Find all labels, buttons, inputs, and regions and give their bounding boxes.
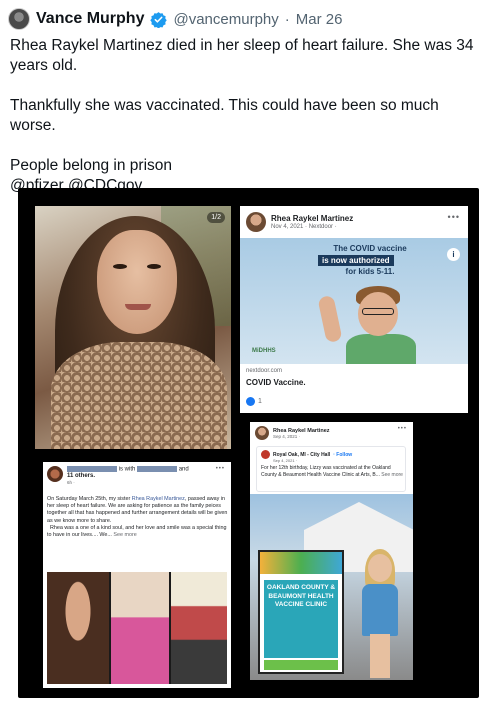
redacted-name — [137, 466, 178, 472]
see-more-link: See more — [381, 471, 403, 478]
post-time: 6h · — [67, 479, 75, 485]
link-url: nextdoor.com — [246, 368, 283, 374]
avatar — [255, 426, 269, 440]
ad-headline: is now authorized — [318, 255, 394, 266]
org-avatar — [261, 450, 270, 459]
avatar — [246, 212, 266, 232]
tweet-line: People belong in prison — [10, 157, 173, 174]
author-name[interactable]: Vance Murphy — [36, 10, 144, 28]
see-more-link: See more — [113, 532, 137, 539]
tweet-text: Rhea Raykel Martinez died in her sleep o… — [10, 36, 480, 196]
and-text: and — [178, 466, 189, 473]
facebook-post-card: is with and 11 others. 6h · ••• On Satur… — [43, 462, 231, 688]
info-icon: i — [447, 248, 460, 261]
poster-name: Rhea Raykel Martinez — [271, 214, 354, 223]
org-name: Royal Oak, MI - City Hall — [273, 451, 331, 458]
photo-counter: 1/2 — [207, 212, 225, 223]
tagged-name-link: Rhea Raykel Martinez — [131, 496, 185, 502]
reaction-count: 1 — [258, 398, 262, 405]
family-photos — [47, 572, 227, 684]
nextdoor-post-card: Rhea Raykel Martinez Nov 4, 2021 · Nextd… — [240, 206, 468, 413]
tweet-header: Vance Murphy @vancemurphy · Mar 26 — [8, 6, 342, 32]
others-count: 11 others. — [67, 472, 96, 479]
verified-badge-icon — [150, 11, 168, 28]
follow-link: · Follow — [333, 451, 353, 458]
org-date: Sep 4, 2021 · — [273, 458, 298, 463]
like-icon — [246, 397, 255, 406]
ad-headline: The COVID vaccine — [333, 244, 407, 253]
author-handle[interactable]: @vancemurphy — [173, 11, 278, 28]
post-meta: Nov 4, 2021 · Nextdoor · — [271, 224, 337, 230]
shared-post: Royal Oak, MI - City Hall · Follow Sep 4… — [256, 446, 406, 492]
post-date: Sep 4, 2021 · — [273, 433, 301, 439]
tweet-line: Rhea Raykel Martinez died in her sleep o… — [10, 37, 474, 74]
vaccine-ad-image: The COVID vaccine is now authorized for … — [240, 238, 468, 364]
tweet-media-image[interactable]: 1/2 Rhea Raykel Martinez Nov 4, 2021 · N… — [18, 188, 479, 698]
tweet-line: Thankfully she was vaccinated. This coul… — [10, 97, 439, 134]
shared-post-body: For her 12th birthday, Lizzy was vaccina… — [261, 465, 403, 478]
vaccine-clinic-photo: OAKLAND COUNTY & BEAUMONT HEALTH VACCINE… — [250, 494, 413, 680]
ad-headline: for kids 5-11. — [345, 267, 395, 276]
with-text: is with — [118, 466, 136, 473]
facebook-post-body: On Saturday March 25th, my sister Rhea R… — [47, 496, 228, 539]
city-hall-post-card: Rhea Raykel Martinez Sep 4, 2021 · ••• R… — [250, 422, 413, 680]
separator-dot: · — [284, 10, 290, 28]
poster-name: Rhea Raykel Martinez — [273, 427, 330, 434]
link-title: COVID Vaccine. — [246, 378, 306, 387]
avatar — [47, 466, 63, 482]
redacted-name — [67, 466, 117, 472]
more-options-icon: ••• — [447, 212, 460, 222]
more-options-icon: ••• — [215, 466, 225, 472]
avatar[interactable] — [8, 8, 30, 30]
clinic-sign: OAKLAND COUNTY & BEAUMONT HEALTH VACCINE… — [258, 550, 344, 674]
tweet-date[interactable]: Mar 26 — [296, 11, 343, 28]
reactions: 1 — [246, 397, 262, 406]
portrait-photo: 1/2 — [35, 206, 231, 449]
tweet: Vance Murphy @vancemurphy · Mar 26 Rhea … — [0, 0, 490, 708]
mdhhs-logo: MiDHHS — [252, 348, 276, 354]
more-options-icon: ••• — [397, 426, 407, 432]
clinic-sign-text: OAKLAND COUNTY & BEAUMONT HEALTH VACCINE… — [264, 580, 338, 658]
